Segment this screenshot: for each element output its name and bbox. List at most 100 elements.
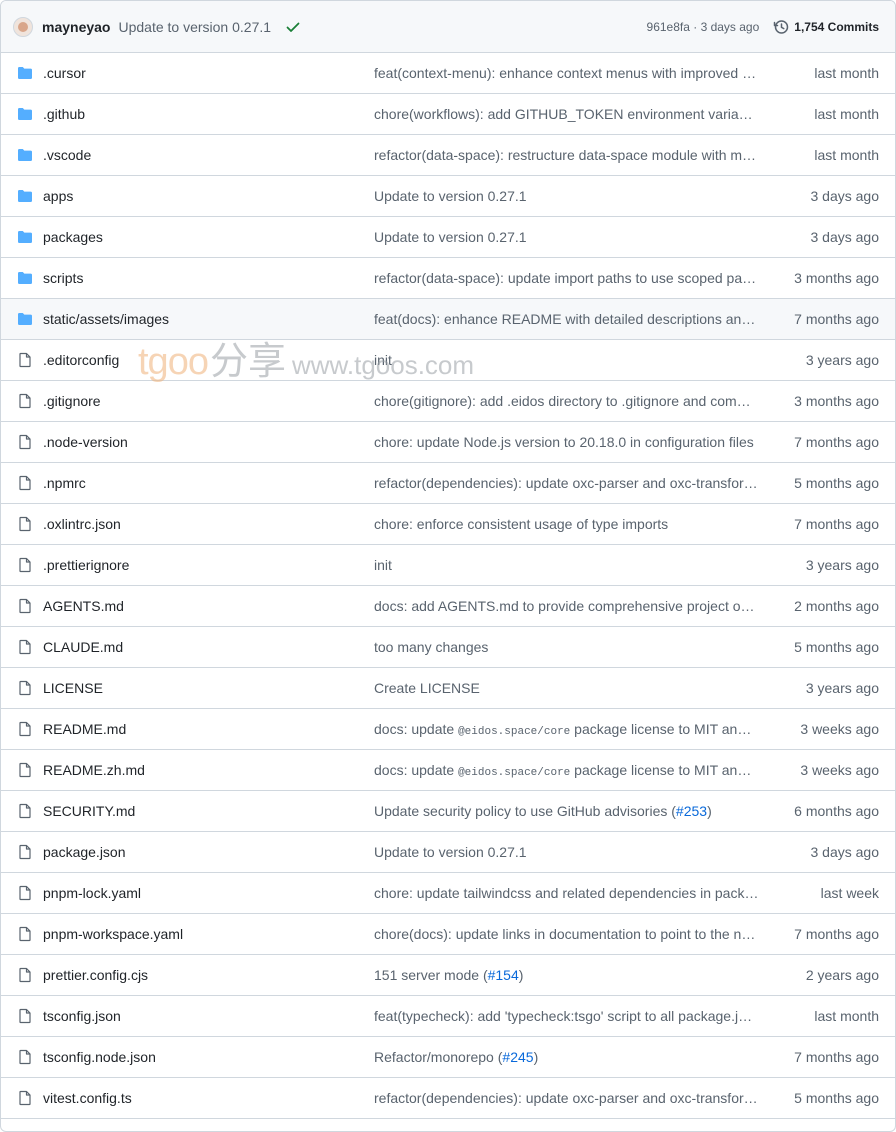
commit-age[interactable]: 3 years ago <box>759 352 879 368</box>
commit-message-link[interactable]: docs: update @eidos.space/core package l… <box>374 762 759 779</box>
latest-commit-message[interactable]: Update to version 0.27.1 <box>118 19 271 35</box>
file-row[interactable]: apps Update to version 0.27.1 3 days ago <box>1 176 895 217</box>
commit-message-link[interactable]: chore(workflows): add GITHUB_TOKEN envir… <box>374 106 759 122</box>
commit-age[interactable]: last month <box>759 1008 879 1024</box>
commit-age[interactable]: 5 months ago <box>759 475 879 491</box>
commit-age[interactable]: 6 months ago <box>759 803 879 819</box>
file-row[interactable]: .npmrc refactor(dependencies): update oxc… <box>1 463 895 504</box>
commit-age[interactable]: 3 days ago <box>759 188 880 204</box>
author-avatar[interactable] <box>13 16 33 37</box>
file-row[interactable]: prettier.config.cjs 151 server mode (#154… <box>1 955 895 996</box>
commit-age[interactable]: 2 years ago <box>759 967 879 983</box>
file-name-link[interactable]: pnpm-workspace.yaml <box>43 926 374 942</box>
file-name-link[interactable]: .gitignore <box>43 393 374 409</box>
pull-request-link[interactable]: #154 <box>488 967 519 983</box>
pull-request-link[interactable]: #245 <box>502 1049 533 1065</box>
commit-age[interactable]: 3 days ago <box>759 229 880 245</box>
commit-age[interactable]: last month <box>759 106 879 122</box>
file-row[interactable]: SECURITY.md Update security policy to use… <box>1 791 895 832</box>
file-row[interactable]: pnpm-workspace.yaml chore(docs): update l… <box>1 914 895 955</box>
commit-message-link[interactable]: init <box>374 352 759 368</box>
file-row[interactable]: README.zh.md docs: update @eidos.space/co… <box>1 750 895 791</box>
commit-age[interactable]: last month <box>759 147 879 163</box>
file-name-link[interactable]: package.json <box>43 844 374 860</box>
file-name-link[interactable]: packages <box>43 229 374 245</box>
file-name-link[interactable]: scripts <box>43 270 374 286</box>
file-name-link[interactable]: apps <box>43 188 374 204</box>
file-row[interactable]: .github chore(workflows): add GITHUB_TOKE… <box>1 94 895 135</box>
file-name-link[interactable]: prettier.config.cjs <box>43 967 374 983</box>
commit-message-link[interactable]: docs: update @eidos.space/core package l… <box>374 721 759 738</box>
file-name-link[interactable]: tsconfig.node.json <box>43 1049 374 1065</box>
commit-age[interactable]: 7 months ago <box>759 926 879 942</box>
commit-message-link[interactable]: Update to version 0.27.1 <box>374 188 759 204</box>
file-name-link[interactable]: static/assets/images <box>43 311 374 327</box>
file-row[interactable]: .node-version chore: update Node.js versi… <box>1 422 895 463</box>
file-row[interactable]: scripts refactor(data-space): update impo… <box>1 258 895 299</box>
file-name-link[interactable]: .prettierignore <box>43 557 374 573</box>
commit-message-link[interactable]: refactor(dependencies): update oxc-parse… <box>374 1090 759 1106</box>
file-row[interactable]: .cursor feat(context-menu): enhance conte… <box>1 53 895 94</box>
commit-message-link[interactable]: Create LICENSE <box>374 680 759 696</box>
commit-age[interactable]: last week <box>759 885 879 901</box>
file-row[interactable]: .vscode refactor(data-space): restructure… <box>1 135 895 176</box>
file-row[interactable]: .prettierignore init 3 years ago <box>1 545 895 586</box>
file-name-link[interactable]: AGENTS.md <box>43 598 374 614</box>
commit-message-link[interactable]: init <box>374 557 759 573</box>
commit-age[interactable]: 3 years ago <box>759 680 879 696</box>
commit-message-link[interactable]: Update security policy to use GitHub adv… <box>374 803 759 819</box>
commit-message-link[interactable]: chore: update tailwindcss and related de… <box>374 885 759 901</box>
file-row[interactable]: AGENTS.md docs: add AGENTS.md to provide … <box>1 586 895 627</box>
pull-request-link[interactable]: #253 <box>676 803 707 819</box>
commit-message-link[interactable]: Update to version 0.27.1 <box>374 844 759 860</box>
file-row[interactable]: pnpm-lock.yaml chore: update tailwindcss … <box>1 873 895 914</box>
commits-history-link[interactable]: 1,754 Commits <box>773 19 879 35</box>
commit-message-link[interactable]: docs: add AGENTS.md to provide comprehen… <box>374 598 759 614</box>
commit-age[interactable]: 7 months ago <box>759 311 879 327</box>
file-name-link[interactable]: LICENSE <box>43 680 374 696</box>
file-name-link[interactable]: .github <box>43 106 374 122</box>
commit-message-link[interactable]: feat(typecheck): add 'typecheck:tsgo' sc… <box>374 1008 759 1024</box>
file-name-link[interactable]: pnpm-lock.yaml <box>43 885 374 901</box>
file-name-link[interactable]: .npmrc <box>43 475 374 491</box>
commit-message-link[interactable]: chore(docs): update links in documentati… <box>374 926 759 942</box>
file-row[interactable]: packages Update to version 0.27.1 3 days a… <box>1 217 895 258</box>
file-row[interactable]: static/assets/images feat(docs): enhance … <box>1 299 895 340</box>
commit-message-link[interactable]: chore: enforce consistent usage of type … <box>374 516 759 532</box>
commit-message-link[interactable]: feat(context-menu): enhance context menu… <box>374 65 759 81</box>
file-name-link[interactable]: SECURITY.md <box>43 803 374 819</box>
commit-message-link[interactable]: 151 server mode (#154) <box>374 967 759 983</box>
commit-age[interactable]: last month <box>759 65 879 81</box>
commit-age[interactable]: 7 months ago <box>759 1049 879 1065</box>
file-name-link[interactable]: .cursor <box>43 65 374 81</box>
file-name-link[interactable]: .editorconfig <box>43 352 374 368</box>
file-name-link[interactable]: CLAUDE.md <box>43 639 374 655</box>
file-row[interactable]: LICENSE Create LICENSE 3 years ago <box>1 668 895 709</box>
commit-age[interactable]: 3 months ago <box>759 393 879 409</box>
commit-message-link[interactable]: Update to version 0.27.1 <box>374 229 759 245</box>
commit-age[interactable]: 3 days ago <box>759 844 880 860</box>
file-row[interactable]: .editorconfig init 3 years ago <box>1 340 895 381</box>
file-name-link[interactable]: README.md <box>43 721 374 737</box>
commit-age[interactable]: 2 months ago <box>759 598 879 614</box>
file-row[interactable]: vitest.config.ts refactor(dependencies): … <box>1 1078 895 1119</box>
commit-message-link[interactable]: chore(gitignore): add .eidos directory t… <box>374 393 759 409</box>
file-name-link[interactable]: README.zh.md <box>43 762 374 778</box>
file-row[interactable]: README.md docs: update @eidos.space/core … <box>1 709 895 750</box>
file-name-link[interactable]: .vscode <box>43 147 374 163</box>
commit-age[interactable]: 5 months ago <box>759 639 879 655</box>
commit-age[interactable]: 3 years ago <box>759 557 879 573</box>
commit-age[interactable]: 7 months ago <box>759 434 879 450</box>
commit-age[interactable]: 3 weeks ago <box>759 762 879 778</box>
commit-message-link[interactable]: chore: update Node.js version to 20.18.0… <box>374 434 759 450</box>
file-name-link[interactable]: tsconfig.json <box>43 1008 374 1024</box>
commit-sha-time[interactable]: 961e8fa · 3 days ago <box>647 20 760 34</box>
commit-age[interactable]: 7 months ago <box>759 516 879 532</box>
file-row[interactable]: CLAUDE.md too many changes 5 months ago <box>1 627 895 668</box>
check-icon[interactable] <box>285 19 301 35</box>
commit-message-link[interactable]: feat(docs): enhance README with detailed… <box>374 311 759 327</box>
commit-message-link[interactable]: refactor(data-space): update import path… <box>374 270 759 286</box>
commit-author-link[interactable]: mayneyao <box>42 19 110 35</box>
commit-age[interactable]: 3 weeks ago <box>759 721 879 737</box>
file-row[interactable]: package.json Update to version 0.27.1 3 da… <box>1 832 895 873</box>
